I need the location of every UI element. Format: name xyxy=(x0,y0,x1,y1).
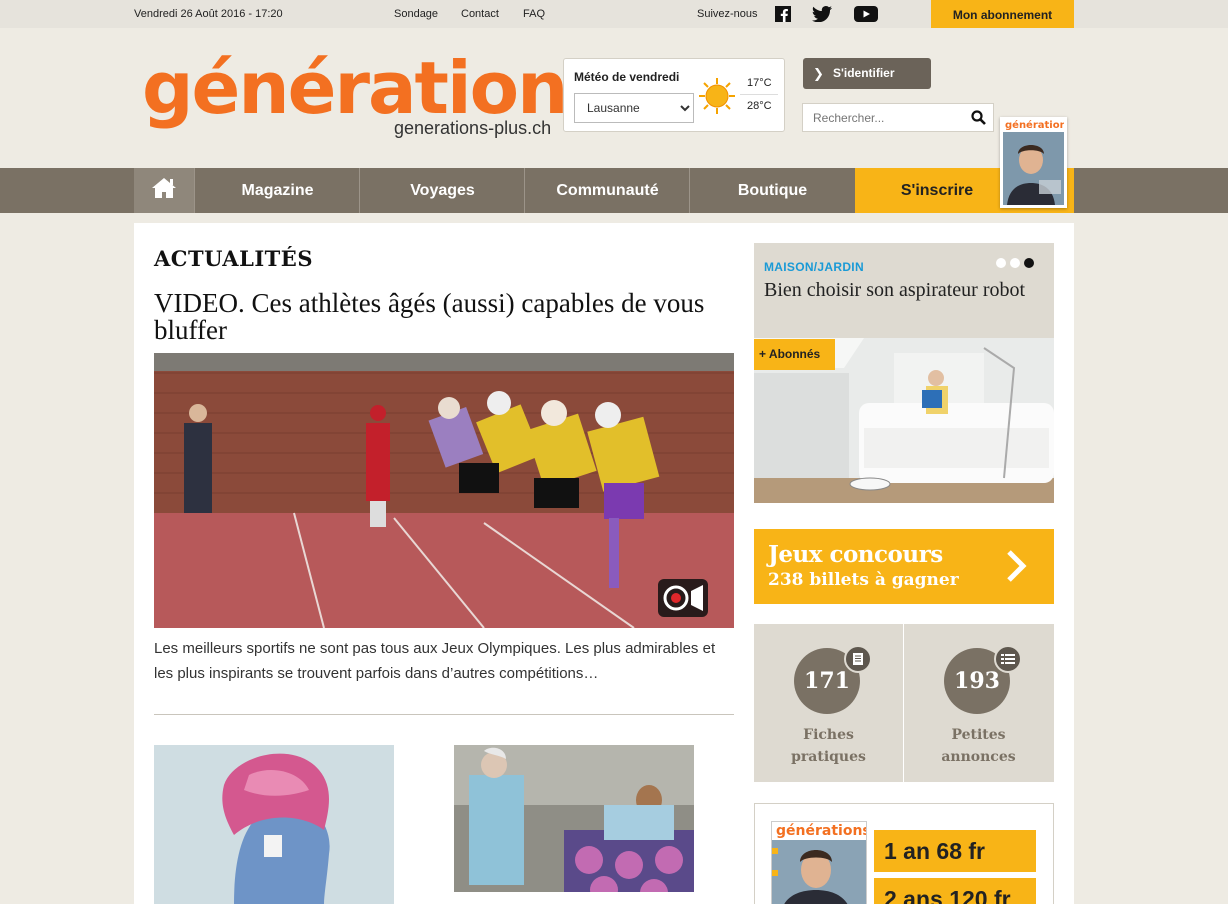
magazine-cover-thumbnail[interactable]: générations xyxy=(1000,117,1067,208)
contest-banner[interactable]: Jeux concours 238 billets à gagner xyxy=(754,529,1054,604)
magazine-thumb-image xyxy=(1003,132,1064,205)
weather-title: Météo de vendredi xyxy=(574,70,680,84)
login-label: S'identifier xyxy=(833,66,895,80)
weather-city-select[interactable]: Lausanne xyxy=(574,93,694,123)
current-date: Vendredi 26 Août 2016 - 17:20 xyxy=(134,8,283,20)
site-logo-subtitle: generations-plus.ch xyxy=(394,118,552,138)
carousel-dot[interactable] xyxy=(1010,258,1020,268)
link-contact[interactable]: Contact xyxy=(461,8,499,20)
top-bar: Vendredi 26 Août 2016 - 17:20 Sondage Co… xyxy=(0,0,1228,28)
list-icon xyxy=(994,645,1022,673)
magazine-cover[interactable]: générations xyxy=(771,821,867,904)
price-2-years[interactable]: 2 ans 120 fr xyxy=(874,878,1036,904)
article-thumbnail[interactable] xyxy=(154,745,394,904)
my-subscription-button[interactable]: Mon abonnement xyxy=(931,0,1074,28)
featured-title[interactable]: Bien choisir son aspirateur robot xyxy=(764,278,1034,303)
temp-min: 17°C xyxy=(747,77,772,89)
home-icon xyxy=(151,177,177,204)
featured-category[interactable]: MAISON/JARDIN xyxy=(764,260,864,274)
link-faq[interactable]: FAQ xyxy=(523,8,545,20)
chevron-right-icon xyxy=(1006,549,1028,588)
nav-item-boutique[interactable]: Boutique xyxy=(689,168,855,213)
stats-box: 171 Fiches pratiques 193 Petites annonce… xyxy=(754,624,1054,782)
subscribers-badge: + Abonnés xyxy=(754,339,835,370)
contest-title: Jeux concours xyxy=(768,541,943,568)
stat-label: Fiches pratiques xyxy=(791,727,866,765)
carousel-dot[interactable] xyxy=(996,258,1006,268)
search-input[interactable] xyxy=(803,104,963,131)
search-box xyxy=(802,103,994,132)
magazine-cover-image xyxy=(772,840,866,904)
temp-divider xyxy=(740,94,778,95)
contest-subtitle: 238 billets à gagner xyxy=(768,570,959,590)
document-icon xyxy=(844,645,872,673)
article-lede: Les meilleurs sportifs ne sont pas tous … xyxy=(154,640,716,682)
twitter-icon[interactable] xyxy=(812,6,832,22)
weather-widget: Météo de vendredi Lausanne 17°C 28°C xyxy=(563,58,785,132)
chevron-right-icon: ❯ xyxy=(813,66,824,81)
carousel-dot-active[interactable] xyxy=(1024,258,1034,268)
nav-home[interactable] xyxy=(134,168,194,213)
link-sondage[interactable]: Sondage xyxy=(394,8,438,20)
temp-max: 28°C xyxy=(747,100,772,112)
carousel-dots xyxy=(996,258,1034,268)
stat-label: Petites annonces xyxy=(941,727,1016,765)
article-hero-image[interactable] xyxy=(154,353,734,628)
nav-item-magazine[interactable]: Magazine xyxy=(194,168,360,213)
article-divider xyxy=(154,714,734,715)
magazine-thumb-title: générations xyxy=(1003,120,1067,132)
magazine-cover-title: générations xyxy=(776,823,867,839)
price-1-year[interactable]: 1 an 68 fr xyxy=(874,830,1036,872)
follow-label: Suivez-nous xyxy=(697,8,758,20)
search-icon[interactable] xyxy=(971,110,986,130)
section-title: ACTUALITÉS xyxy=(154,246,313,271)
article-thumbnail[interactable] xyxy=(454,745,694,904)
sun-icon xyxy=(698,77,736,120)
nav-item-communaute[interactable]: Communauté xyxy=(524,168,690,213)
site-logo[interactable]: générations xyxy=(142,52,609,124)
nav-item-voyages[interactable]: Voyages xyxy=(359,168,525,213)
facebook-icon[interactable] xyxy=(775,6,791,22)
youtube-icon[interactable] xyxy=(854,6,878,22)
article-headline[interactable]: VIDEO. Ces athlètes âgés (aussi) capable… xyxy=(154,290,734,344)
stat-fiches-pratiques[interactable]: 171 Fiches pratiques xyxy=(754,624,903,782)
stat-petites-annonces[interactable]: 193 Petites annonces xyxy=(904,624,1053,782)
login-button[interactable]: ❯ S'identifier xyxy=(803,58,931,89)
